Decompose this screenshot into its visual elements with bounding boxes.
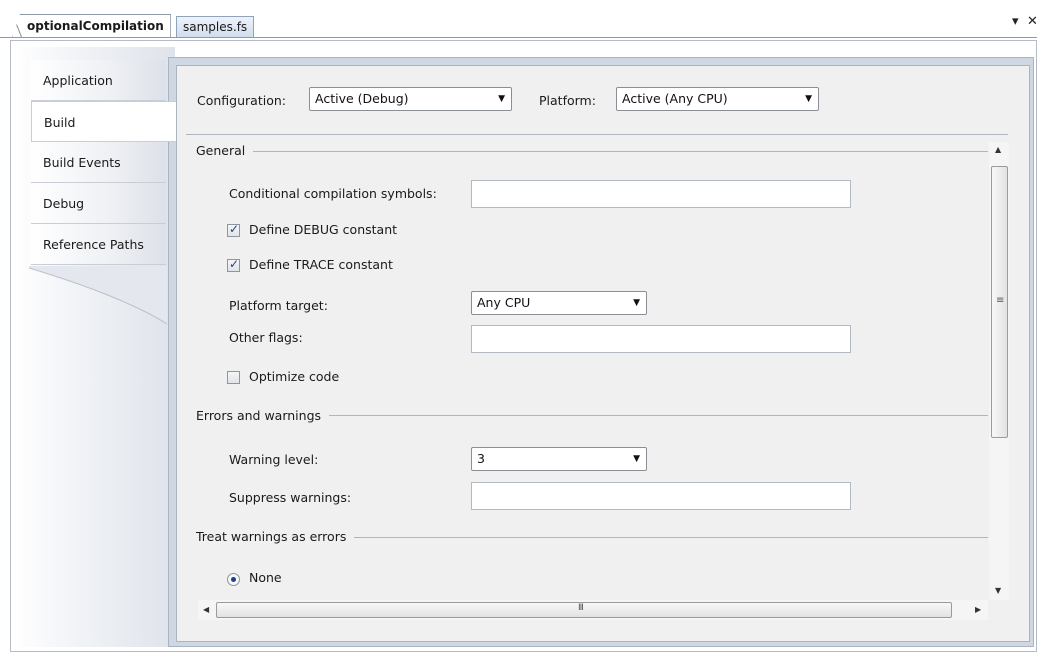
sidebar-item-application[interactable]: Application: [31, 60, 166, 101]
treat-none-radio[interactable]: [227, 573, 240, 586]
horizontal-grip-icon: III: [578, 603, 584, 613]
configuration-select[interactable]: Active (Debug) ▼: [309, 87, 512, 111]
vertical-grip-icon: ≡: [996, 295, 1005, 306]
configuration-value: Active (Debug): [315, 91, 409, 106]
config-separator: [186, 134, 1008, 135]
chevron-down-icon: ▼: [633, 298, 640, 308]
tab-samples-fs[interactable]: samples.fs: [176, 16, 255, 38]
close-icon[interactable]: ✕: [1027, 14, 1037, 29]
cond-symbols-label: Conditional compilation symbols:: [229, 186, 437, 201]
warning-level-label: Warning level:: [229, 452, 319, 467]
other-flags-input[interactable]: [471, 325, 851, 353]
sidebar-item-build[interactable]: Build: [31, 101, 176, 142]
sidebar-tab-tail: [29, 266, 168, 325]
warning-level-select[interactable]: 3 ▼: [471, 447, 647, 471]
define-debug-checkbox[interactable]: [227, 222, 240, 237]
platform-select[interactable]: Active (Any CPU) ▼: [616, 87, 819, 111]
optimize-code-label: Optimize code: [249, 369, 340, 384]
cond-symbols-input[interactable]: [471, 180, 851, 208]
define-trace-label: Define TRACE constant: [249, 257, 393, 272]
platform-label: Platform:: [539, 93, 596, 108]
sidebar-item-build-events[interactable]: Build Events: [31, 142, 166, 183]
tab-strip-divider: [0, 37, 1037, 38]
treat-header: Treat warnings as errors: [196, 529, 355, 544]
tab-list-dropdown-icon[interactable]: ▾: [1012, 14, 1019, 29]
treat-none-label: None: [249, 570, 282, 585]
chevron-down-icon: ▼: [805, 94, 812, 104]
scroll-down-arrow-icon[interactable]: ▼: [995, 586, 1001, 595]
define-debug-label: Define DEBUG constant: [249, 222, 398, 237]
scroll-left-arrow-icon[interactable]: ◀: [203, 605, 209, 614]
sidebar-item-debug[interactable]: Debug: [31, 183, 166, 224]
define-trace-checkbox[interactable]: [227, 257, 240, 272]
chevron-down-icon: ▼: [633, 454, 640, 464]
errors-header: Errors and warnings: [196, 408, 330, 423]
suppress-warnings-label: Suppress warnings:: [229, 490, 352, 505]
platform-target-value: Any CPU: [477, 295, 531, 310]
configuration-label: Configuration:: [197, 93, 286, 108]
platform-value: Active (Any CPU): [622, 91, 728, 106]
general-rule: [198, 151, 988, 152]
document-tab-strip: optionalCompilation samples.fs ▾ ✕: [0, 0, 1037, 38]
warning-level-value: 3: [477, 451, 485, 466]
tab-optional-compilation[interactable]: optionalCompilation: [12, 14, 171, 38]
platform-target-label: Platform target:: [229, 298, 328, 313]
chevron-down-icon: ▼: [498, 94, 505, 104]
sidebar-item-reference-paths[interactable]: Reference Paths: [31, 224, 166, 265]
horizontal-scroll-thumb[interactable]: [216, 602, 952, 618]
other-flags-label: Other flags:: [229, 330, 303, 345]
scroll-right-arrow-icon[interactable]: ▶: [975, 605, 981, 614]
platform-target-select[interactable]: Any CPU ▼: [471, 291, 647, 315]
general-header: General: [196, 143, 254, 158]
optimize-code-checkbox[interactable]: [227, 371, 240, 384]
suppress-warnings-input[interactable]: [471, 482, 851, 510]
scroll-up-arrow-icon[interactable]: ▲: [995, 145, 1001, 154]
